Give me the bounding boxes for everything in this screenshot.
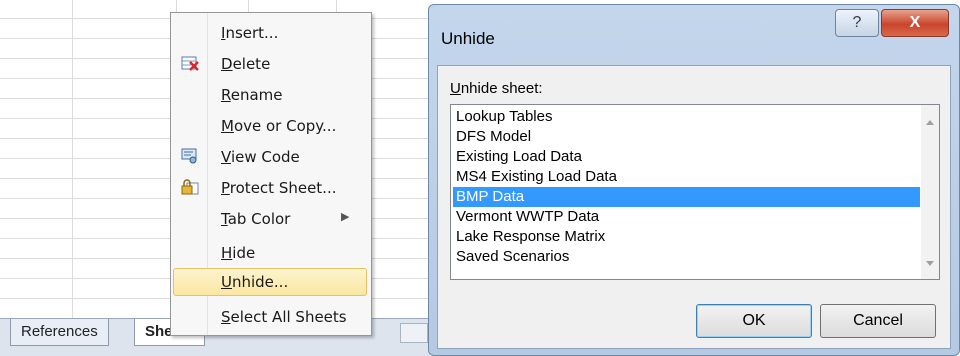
- list-item[interactable]: Lookup Tables: [453, 107, 920, 127]
- list-item[interactable]: Existing Load Data: [453, 147, 920, 167]
- help-button[interactable]: ?: [835, 9, 879, 37]
- menu-item-label: Rename: [221, 86, 283, 104]
- list-item[interactable]: MS4 Existing Load Data: [453, 167, 920, 187]
- tab-scroll-control[interactable]: [400, 323, 428, 343]
- list-item-selected[interactable]: BMP Data: [453, 187, 920, 207]
- dialog-body: Unhide sheet: Lookup Tables DFS Model Ex…: [437, 65, 951, 349]
- unhide-dialog: Unhide ? X Unhide sheet: Lookup Tables D…: [428, 4, 960, 356]
- scroll-down-icon[interactable]: [926, 261, 934, 266]
- delete-sheet-icon: [181, 55, 199, 71]
- list-item[interactable]: DFS Model: [453, 127, 920, 147]
- menu-item-select-all-sheets[interactable]: Select All Sheets: [173, 303, 367, 331]
- dialog-title: Unhide: [441, 29, 495, 48]
- scroll-up-icon[interactable]: [926, 120, 934, 125]
- menu-item-label: Protect Sheet...: [221, 179, 337, 197]
- grid-line: [72, 0, 73, 320]
- protect-sheet-icon: [181, 179, 199, 195]
- menu-item-label: Tab Color: [221, 210, 291, 228]
- menu-item-move-or-copy[interactable]: Move or Copy...: [173, 112, 367, 140]
- menu-item-protect-sheet[interactable]: Protect Sheet...: [173, 174, 367, 202]
- menu-item-label: Select All Sheets: [221, 308, 347, 326]
- unhide-sheet-label: Unhide sheet:: [450, 80, 543, 97]
- close-button[interactable]: X: [881, 9, 949, 37]
- menu-item-label: View Code: [221, 148, 300, 166]
- menu-item-hide[interactable]: Hide: [173, 239, 367, 267]
- menu-item-view-code[interactable]: View Code: [173, 143, 367, 171]
- menu-item-tab-color[interactable]: Tab Color ▶: [173, 205, 367, 233]
- chevron-right-icon: ▶: [341, 211, 350, 223]
- cancel-button[interactable]: Cancel: [820, 304, 936, 338]
- menu-item-delete[interactable]: Delete: [173, 50, 367, 78]
- ok-button[interactable]: OK: [696, 304, 812, 338]
- sheet-tab-references[interactable]: References: [10, 319, 109, 346]
- menu-item-unhide[interactable]: Unhide...: [173, 268, 367, 296]
- menu-item-insert[interactable]: Insert...: [173, 19, 367, 47]
- menu-item-rename[interactable]: Rename: [173, 81, 367, 109]
- menu-item-label: Hide: [221, 244, 256, 262]
- list-item[interactable]: Vermont WWTP Data: [453, 207, 920, 227]
- list-item[interactable]: Lake Response Matrix: [453, 227, 920, 247]
- menu-item-label: Insert...: [221, 24, 279, 42]
- sheet-tab-context-menu: Insert... Delete Rename Move or Copy...: [170, 12, 372, 336]
- view-code-icon: [181, 148, 199, 164]
- listbox-scrollbar[interactable]: [921, 105, 939, 279]
- menu-item-label: Unhide...: [221, 273, 289, 291]
- menu-item-label: Delete: [221, 55, 271, 73]
- sheet-listbox[interactable]: Lookup Tables DFS Model Existing Load Da…: [450, 104, 940, 280]
- menu-item-label: Move or Copy...: [221, 117, 337, 135]
- list-item[interactable]: Saved Scenarios: [453, 247, 920, 267]
